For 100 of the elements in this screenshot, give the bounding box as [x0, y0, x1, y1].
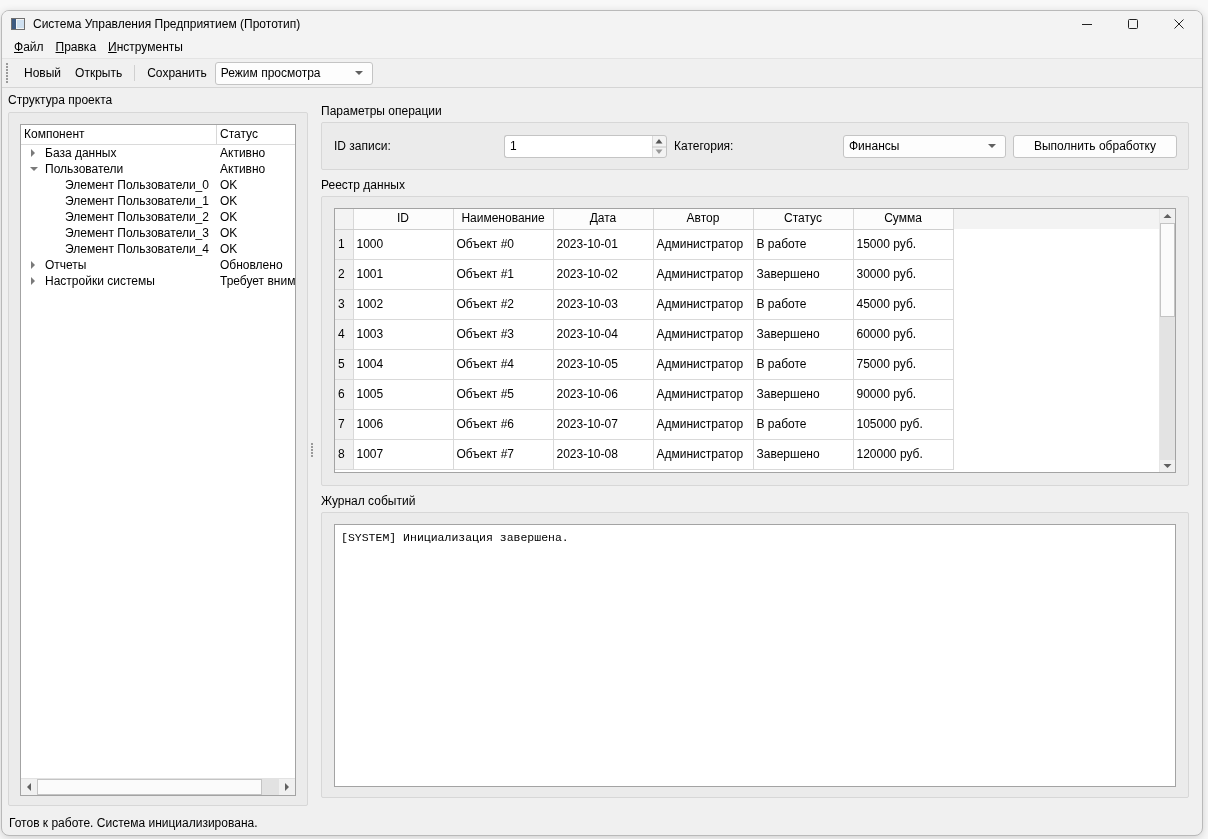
table-cell: 2023-10-04: [553, 319, 653, 349]
table-cell: 2023-10-07: [553, 409, 653, 439]
menu-item[interactable]: Файл: [8, 37, 50, 58]
close-icon: [1174, 19, 1184, 29]
table-cell: 15000 руб.: [853, 229, 953, 259]
view-mode-dropdown[interactable]: Режим просмотра: [214, 61, 373, 85]
toolbar-button[interactable]: Сохранить: [140, 61, 214, 85]
table-cell: 1007: [353, 439, 453, 469]
tree-item-status: Требует вним: [219, 273, 296, 289]
tree-item-label[interactable]: База данных: [45, 145, 117, 161]
row-number: 4: [335, 319, 353, 349]
group-title: Журнал событий: [321, 494, 417, 509]
table-cell: В работе: [753, 229, 853, 259]
table-cell: В работе: [753, 349, 853, 379]
row-number: 3: [335, 289, 353, 319]
table-cell: Объект #7: [453, 439, 553, 469]
table-cell: В работе: [753, 289, 853, 319]
column-header[interactable]: Наименование: [453, 209, 553, 229]
row-number: 8: [335, 439, 353, 469]
toolbar-button[interactable]: Новый: [17, 61, 69, 85]
table-cell: 2023-10-02: [553, 259, 653, 289]
table-cell: Администратор: [653, 229, 753, 259]
table-cell: Администратор: [653, 259, 753, 289]
column-header[interactable]: Дата: [553, 209, 653, 229]
table-cell: 2023-10-05: [553, 349, 653, 379]
table-cell: Объект #0: [453, 229, 553, 259]
tree-item-label[interactable]: Настройки системы: [45, 273, 155, 289]
tree-item-label[interactable]: Элемент Пользователи_0: [65, 177, 209, 193]
column-header[interactable]: Статус: [753, 209, 853, 229]
tree-item-status: OK: [219, 177, 238, 193]
tree-item-status: OK: [219, 241, 238, 257]
maximize-icon: [1128, 19, 1138, 29]
table-cell: 90000 руб.: [853, 379, 953, 409]
table-cell: Завершено: [753, 439, 853, 469]
table-cell: Объект #3: [453, 319, 553, 349]
column-header[interactable]: Сумма: [853, 209, 953, 229]
table-cell: 1000: [353, 229, 453, 259]
table-cell: Администратор: [653, 289, 753, 319]
menu-item[interactable]: Инструменты: [102, 37, 189, 58]
triangle-right-icon[interactable]: [30, 149, 36, 157]
panel-title: Структура проекта: [8, 93, 114, 108]
table-cell: В работе: [753, 409, 853, 439]
table-cell: 1003: [353, 319, 453, 349]
vertical-scrollbar[interactable]: [1159, 209, 1175, 472]
log-line: [SYSTEM] Инициализация завершена.: [341, 530, 570, 545]
table-cell: 2023-10-08: [553, 439, 653, 469]
table-cell: Завершено: [753, 259, 853, 289]
run-processing-button[interactable]: Выполнить обработку: [1013, 134, 1177, 158]
category-dropdown[interactable]: Финансы: [843, 134, 1006, 158]
tree-item-status: Активно: [219, 145, 266, 161]
tree-item-label[interactable]: Элемент Пользователи_4: [65, 241, 209, 257]
table-cell: Объект #4: [453, 349, 553, 379]
table-cell: Администратор: [653, 379, 753, 409]
app-window-icon: [11, 18, 25, 30]
scrollbar-thumb[interactable]: [1160, 223, 1175, 317]
table-cell: Администратор: [653, 409, 753, 439]
table-cell: 60000 руб.: [853, 319, 953, 349]
tree-item-status: Обновлено: [219, 257, 283, 273]
table-cell: 2023-10-01: [553, 229, 653, 259]
table-cell: 1001: [353, 259, 453, 289]
table-cell: 105000 руб.: [853, 409, 953, 439]
table-cell: Администратор: [653, 439, 753, 469]
menu-item[interactable]: Правка: [49, 37, 103, 58]
tree-item-status: OK: [219, 193, 238, 209]
triangle-right-icon[interactable]: [30, 261, 36, 269]
tree-item-label[interactable]: Элемент Пользователи_1: [65, 193, 209, 209]
row-number: 5: [335, 349, 353, 379]
table-cell: 1004: [353, 349, 453, 379]
table-cell: 2023-10-06: [553, 379, 653, 409]
triangle-right-icon[interactable]: [30, 277, 36, 285]
record-id-field[interactable]: 1: [504, 134, 652, 158]
triangle-down-icon[interactable]: [30, 166, 38, 172]
spin-up-arrow-icon[interactable]: [652, 134, 667, 147]
field-label: ID записи:: [334, 138, 392, 154]
column-header[interactable]: Автор: [653, 209, 753, 229]
status-text: Готов к работе. Система инициализирована.: [9, 816, 258, 830]
group-title: Реестр данных: [321, 178, 406, 193]
field-label: Категория:: [674, 138, 735, 154]
tree-item-label[interactable]: Элемент Пользователи_2: [65, 209, 209, 225]
caret-down-icon: [354, 71, 363, 75]
row-number: 6: [335, 379, 353, 409]
splitter-handle-icon[interactable]: [311, 442, 313, 457]
window-title: Система Управления Предприятием (Прототип): [33, 16, 301, 32]
table-cell: Объект #1: [453, 259, 553, 289]
table-cell: Объект #2: [453, 289, 553, 319]
table-cell: 45000 руб.: [853, 289, 953, 319]
toolbar-button[interactable]: Открыть: [68, 61, 130, 85]
tree-item-label[interactable]: Пользователи: [45, 161, 124, 177]
row-number: 2: [335, 259, 353, 289]
table-cell: Объект #5: [453, 379, 553, 409]
row-number: 1: [335, 229, 353, 259]
tree-item-label[interactable]: Отчеты: [45, 257, 87, 273]
tree-item-label[interactable]: Элемент Пользователи_3: [65, 225, 209, 241]
group-title: Параметры операции: [321, 104, 443, 119]
table-cell: 120000 руб.: [853, 439, 953, 469]
table-cell: 2023-10-03: [553, 289, 653, 319]
table-cell: 30000 руб.: [853, 259, 953, 289]
row-number: 7: [335, 409, 353, 439]
column-header[interactable]: ID: [353, 209, 453, 229]
tree-item-status: OK: [219, 209, 238, 225]
